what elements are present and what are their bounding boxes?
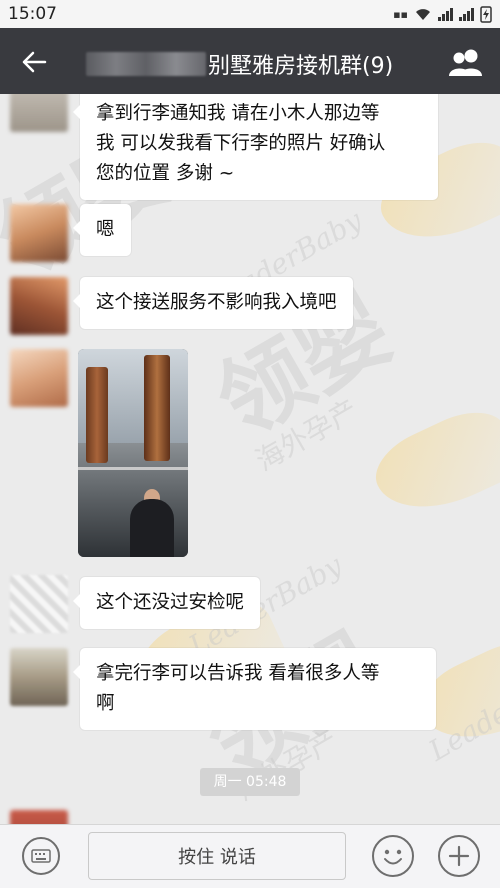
group-members-icon <box>449 49 482 76</box>
chat-title-text: 别墅雅房接机群(9) <box>208 54 394 79</box>
message-line: 拿到行李通知我 请在小木人那边等 <box>96 103 380 124</box>
back-button[interactable] <box>12 40 56 84</box>
message-line: 拿完行李可以告诉我 看着很多人等 <box>96 663 380 684</box>
plus-icon <box>448 845 470 867</box>
emoji-icon <box>384 849 402 865</box>
watermark-logo-sub: 海外孕产 <box>250 393 364 478</box>
message-bubble[interactable]: 这个还没过安检呢 <box>72 577 261 629</box>
message-line: 我 可以发我看下行李的照片 好确认 <box>96 133 386 154</box>
avatar[interactable] <box>10 575 68 633</box>
avatar[interactable] <box>10 349 68 407</box>
message-bubble[interactable]: 拿到行李通知我 请在小木人那边等 我 可以发我看下行李的照片 好确认 您的位置 … <box>73 94 438 200</box>
avatar[interactable] <box>10 810 68 824</box>
chat-header: 别墅雅房接机群(9) <box>0 28 500 94</box>
cell-signal-2-icon <box>459 7 474 21</box>
title-redacted <box>86 52 206 76</box>
cell-signal-icon <box>438 7 453 21</box>
avatar[interactable] <box>10 94 68 132</box>
keyboard-toggle-button[interactable] <box>22 837 60 875</box>
message-text: 这个还没过安检呢 <box>96 592 245 613</box>
time-separator: 周一 05:48 <box>200 768 300 796</box>
avatar[interactable] <box>10 648 68 706</box>
message-bubble[interactable]: 这个接送服务不影响我入境吧 <box>73 277 353 329</box>
avatar[interactable] <box>10 277 68 335</box>
message-bubble[interactable]: 嗯 <box>73 204 131 256</box>
status-indicators: ▪▪ <box>393 5 492 23</box>
image-message[interactable] <box>78 349 188 557</box>
hold-to-talk-button[interactable]: 按住 说话 <box>88 832 346 880</box>
battery-charging-icon <box>480 6 492 23</box>
signal-icon: ▪▪ <box>393 7 408 21</box>
chat-title: 别墅雅房接机群(9) <box>86 48 393 80</box>
person-figure <box>130 499 174 557</box>
back-arrow-icon <box>22 51 47 73</box>
watermark-wing <box>364 398 500 530</box>
totem-pole <box>86 367 108 463</box>
input-bar: 按住 说话 <box>0 824 500 888</box>
more-actions-button[interactable] <box>438 835 480 877</box>
message-line: 啊 <box>96 693 115 714</box>
group-members-button[interactable] <box>446 42 486 82</box>
totem-pole <box>144 355 170 461</box>
emoji-button[interactable] <box>372 835 414 877</box>
status-time: 15:07 <box>8 4 57 24</box>
wifi-icon <box>416 9 430 20</box>
message-bubble[interactable]: 拿完行李可以告诉我 看着很多人等 啊 <box>73 648 436 730</box>
status-bar: 15:07 ▪▪ <box>0 0 500 28</box>
chat-message-list[interactable]: 领婴 LeaderBaby 领婴 海外孕产 LeaderBaby 领婴 海外孕产… <box>0 94 500 824</box>
avatar[interactable] <box>10 204 68 262</box>
keyboard-icon <box>31 849 51 863</box>
message-text: 这个接送服务不影响我入境吧 <box>96 292 337 313</box>
message-line: 您的位置 多谢 ~ <box>96 163 235 184</box>
message-text: 嗯 <box>96 219 115 240</box>
